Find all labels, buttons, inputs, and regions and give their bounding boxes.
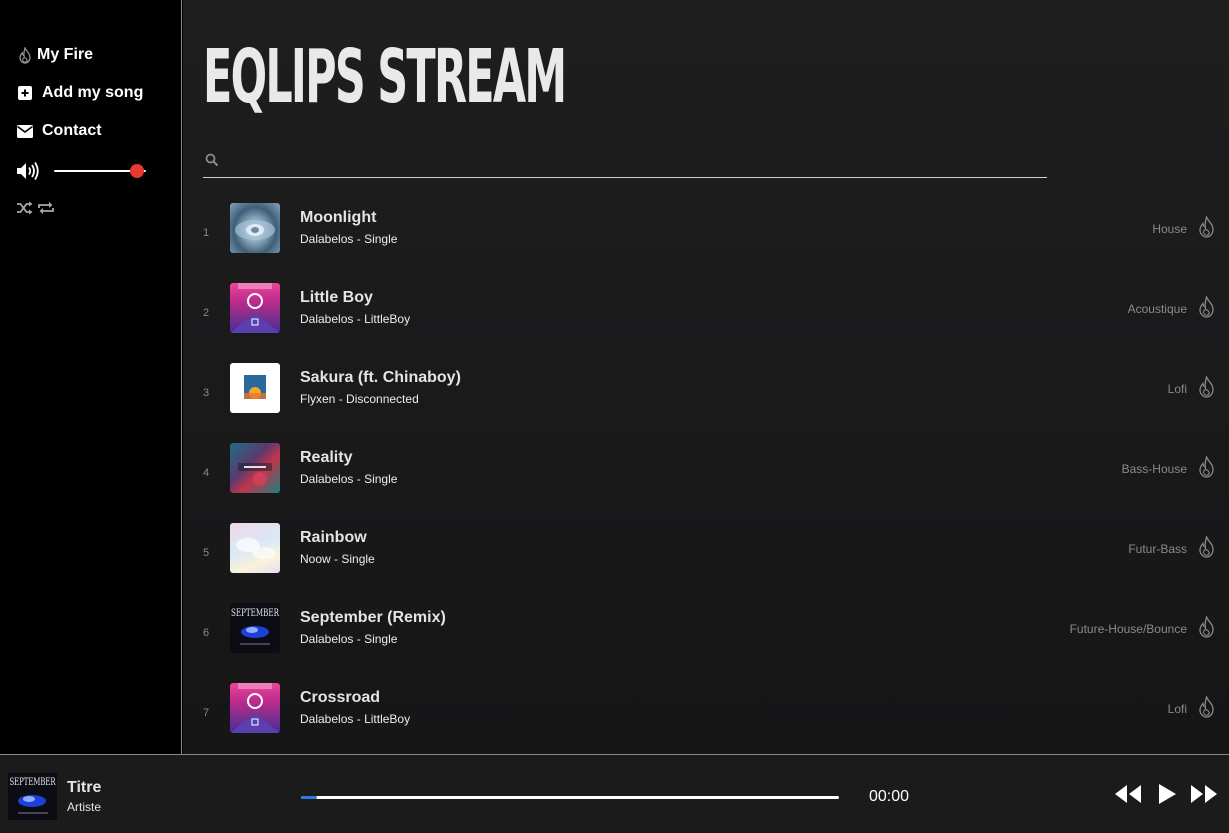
sidebar-item-label: Add my song — [42, 84, 144, 101]
track-subtitle: Dalabelos - Single — [300, 232, 398, 246]
track-subtitle: Dalabelos - Single — [300, 632, 398, 646]
now-playing-cover: SEPTEMBER — [8, 773, 57, 820]
track-number: 3 — [203, 387, 210, 399]
search-input[interactable] — [225, 150, 1035, 176]
progress-bar[interactable] — [301, 796, 839, 799]
volume-icon[interactable] — [16, 161, 42, 186]
track-row[interactable]: 2 Little Boy Dalabelos - LittleBoy Acous… — [183, 283, 1229, 363]
now-playing-artist: Artiste — [67, 800, 102, 814]
flame-icon — [16, 46, 34, 64]
track-title: Rainbow — [300, 529, 367, 546]
track-genre: Future-House/Bounce — [1069, 622, 1187, 636]
sidebar: My Fire Add my song Contact — [0, 0, 182, 754]
track-number: 4 — [203, 467, 210, 479]
track-row[interactable]: 7 Crossroad Dalabelos - LittleBoy Lofi — [183, 683, 1229, 754]
album-cover — [230, 203, 280, 253]
track-title: Moonlight — [300, 209, 377, 226]
sidebar-item-add-my-song[interactable]: Add my song — [16, 84, 143, 102]
track-title: Crossroad — [300, 689, 381, 706]
album-cover — [230, 523, 280, 573]
track-title: Sakura (ft. Chinaboy) — [300, 369, 461, 386]
sidebar-item-contact[interactable]: Contact — [16, 122, 102, 140]
playback-modes — [16, 200, 55, 221]
track-number: 1 — [203, 227, 210, 239]
track-genre: Acoustique — [1127, 302, 1187, 316]
track-subtitle: Dalabelos - LittleBoy — [300, 312, 411, 326]
track-number: 7 — [203, 707, 210, 719]
progress-fill — [301, 796, 318, 799]
flame-icon[interactable] — [1198, 374, 1215, 403]
search-icon — [205, 153, 219, 172]
volume-control — [16, 160, 146, 182]
shuffle-icon[interactable] — [16, 200, 34, 221]
now-playing-title: Titre — [67, 779, 102, 796]
track-row[interactable]: 5 Rainbow Noow - Single Futur-Bass — [183, 523, 1229, 603]
track-genre: Lofi — [1167, 382, 1187, 396]
track-title: Reality — [300, 449, 353, 466]
plus-square-icon — [16, 84, 34, 102]
track-genre: Lofi — [1167, 702, 1187, 716]
flame-icon[interactable] — [1198, 454, 1215, 483]
track-title: September (Remix) — [300, 609, 446, 626]
main-content: EQLIPS STREAM 1 Moonlight Dalabelos - Si… — [183, 0, 1229, 754]
track-row[interactable]: 3 Sakura (ft. Chinaboy) Flyxen - Disconn… — [183, 363, 1229, 443]
track-number: 5 — [203, 547, 210, 559]
track-number: 2 — [203, 307, 210, 319]
album-cover — [230, 443, 280, 493]
flame-icon[interactable] — [1198, 214, 1215, 243]
rewind-icon[interactable] — [1114, 783, 1142, 810]
envelope-icon — [16, 122, 34, 140]
page-title: EQLIPS STREAM — [203, 34, 567, 120]
album-cover: SEPTEMBER — [230, 603, 280, 653]
flame-icon[interactable] — [1198, 614, 1215, 643]
track-row[interactable]: 6 SEPTEMBER September (Remix) Dalabelos … — [183, 603, 1229, 683]
sidebar-item-label: My Fire — [37, 46, 94, 63]
album-cover — [230, 283, 280, 333]
track-subtitle: Dalabelos - LittleBoy — [300, 712, 411, 726]
track-title: Little Boy — [300, 289, 373, 306]
track-row[interactable]: 4 Reality Dalabelos - Single Bass-House — [183, 443, 1229, 523]
album-cover — [230, 363, 280, 413]
track-genre: Bass-House — [1121, 462, 1187, 476]
volume-slider-knob[interactable] — [129, 164, 144, 178]
search-bar — [203, 150, 1047, 178]
flame-icon[interactable] — [1198, 294, 1215, 323]
svg-text:SEPTEMBER: SEPTEMBER — [10, 777, 56, 788]
track-subtitle: Noow - Single — [300, 552, 375, 566]
flame-icon[interactable] — [1198, 534, 1215, 563]
album-cover — [230, 683, 280, 733]
sidebar-item-my-fire[interactable]: My Fire — [16, 46, 93, 64]
track-row[interactable]: 1 Moonlight Dalabelos - Single House — [183, 203, 1229, 283]
fast-forward-icon[interactable] — [1190, 783, 1218, 810]
svg-text:SEPTEMBER: SEPTEMBER — [231, 608, 279, 619]
track-number: 6 — [203, 627, 210, 639]
play-icon[interactable] — [1157, 783, 1177, 810]
player-bar: SEPTEMBER Titre Artiste 00:00 — [0, 754, 1229, 833]
sidebar-item-label: Contact — [42, 122, 102, 139]
track-subtitle: Flyxen - Disconnected — [300, 392, 419, 406]
app: My Fire Add my song Contact EQLIPS STREA… — [0, 0, 1229, 833]
flame-icon[interactable] — [1198, 694, 1215, 723]
track-subtitle: Dalabelos - Single — [300, 472, 398, 486]
track-genre: Futur-Bass — [1128, 542, 1187, 556]
track-genre: House — [1152, 222, 1187, 236]
volume-slider[interactable] — [54, 164, 146, 178]
repeat-icon[interactable] — [37, 200, 55, 221]
elapsed-time: 00:00 — [869, 788, 910, 805]
